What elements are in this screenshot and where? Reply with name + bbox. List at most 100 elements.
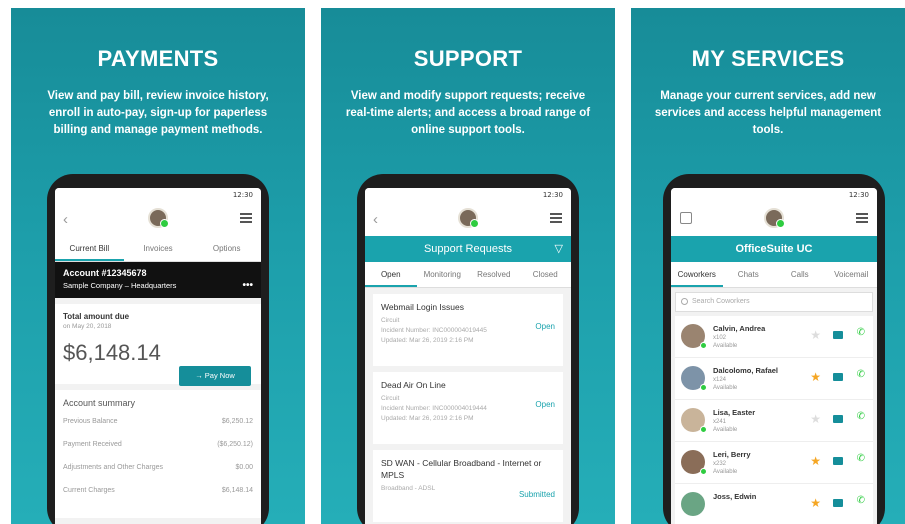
chat-icon[interactable] — [833, 457, 843, 465]
presence-dot — [700, 426, 707, 433]
presence-text: Available — [713, 427, 738, 433]
back-icon[interactable]: ‹ — [63, 211, 68, 228]
support-request-card[interactable]: SD WAN - Cellular Broadband - Internet o… — [373, 450, 563, 522]
phone-icon[interactable]: ✆ — [857, 453, 865, 464]
tab-chats[interactable]: Chats — [723, 262, 775, 287]
request-type: Circuit — [381, 395, 400, 402]
chat-icon[interactable] — [833, 373, 843, 381]
avatar[interactable] — [148, 208, 169, 228]
panel-title: SUPPORT — [413, 46, 523, 71]
status-bar: 12:30 — [365, 188, 571, 202]
app-header — [671, 202, 877, 236]
tab-invoices[interactable]: Invoices — [124, 236, 193, 261]
request-title: Dead Air On Line — [381, 380, 446, 390]
chat-icon[interactable] — [833, 415, 843, 423]
support-request-card[interactable]: Dead Air On Line Circuit Incident Number… — [373, 372, 563, 444]
phone-icon[interactable]: ✆ — [857, 369, 865, 380]
panel-title: MY SERVICES — [691, 46, 845, 71]
request-title: SD WAN - Cellular Broadband - Internet o… — [381, 458, 542, 480]
amount-due: $6,148.14 — [63, 340, 161, 365]
contact-row[interactable]: Leri, Berry x232 Available ★ ✆ — [675, 442, 873, 484]
phone-icon[interactable]: ✆ — [857, 411, 865, 422]
payments-panel: PAYMENTS View and pay bill, review invoi… — [11, 8, 305, 524]
tab-monitoring[interactable]: Monitoring — [417, 262, 469, 287]
tab-coworkers[interactable]: Coworkers — [671, 262, 723, 287]
panel-title: PAYMENTS — [97, 46, 219, 71]
pay-now-button[interactable]: → Pay Now — [179, 366, 251, 386]
row-value: $6,250.12 — [221, 418, 253, 425]
contact-row[interactable]: Calvin, Andrea x102 Available ★ ✆ — [675, 316, 873, 358]
star-icon[interactable]: ★ — [810, 454, 821, 468]
tab-current-bill[interactable]: Current Bill — [55, 236, 124, 261]
chat-icon[interactable] — [833, 331, 843, 339]
menu-icon[interactable] — [550, 213, 562, 223]
avatar — [681, 450, 707, 475]
account-banner[interactable]: Account #12345678 Sample Company – Headq… — [55, 262, 261, 298]
row-value: $6,148.14 — [221, 487, 253, 494]
square-icon[interactable] — [680, 212, 692, 224]
presence-dot — [700, 468, 707, 475]
app-header: ‹ — [55, 202, 261, 236]
filter-icon[interactable]: ▽ — [555, 236, 563, 262]
request-status: Submitted — [518, 490, 555, 499]
chat-icon[interactable] — [833, 499, 843, 507]
support-panel: SUPPORT View and modify support requests… — [321, 8, 615, 524]
contact-row[interactable]: Joss, Edwin ★ ✆ — [675, 484, 873, 524]
star-icon[interactable]: ★ — [810, 370, 821, 384]
contact-row[interactable]: Lisa, Easter x241 Available ★ ✆ — [675, 400, 873, 442]
row-value: $0.00 — [235, 464, 253, 471]
phone-screen: 12:30 OfficeSuite UC Coworkers Chats Cal… — [671, 188, 877, 524]
search-input[interactable]: Search Coworkers — [675, 292, 873, 312]
star-icon[interactable]: ★ — [810, 496, 821, 510]
avatar — [681, 324, 707, 349]
request-updated: Updated: Mar 26, 2019 2:16 PM — [381, 415, 474, 422]
section-title: OfficeSuite UC — [735, 243, 813, 255]
app-header: ‹ — [365, 202, 571, 236]
avatar[interactable] — [458, 208, 479, 228]
request-status: Open — [535, 322, 555, 331]
support-request-card[interactable]: Webmail Login Issues Circuit Incident Nu… — [373, 294, 563, 366]
presence-dot — [700, 384, 707, 391]
contact-name: Leri, Berry — [713, 450, 751, 459]
ext-text: x232 — [713, 461, 727, 467]
star-icon[interactable]: ★ — [810, 412, 821, 426]
tab-resolved[interactable]: Resolved — [468, 262, 520, 287]
account-number: Account #12345678 — [63, 268, 147, 278]
total-due-label: Total amount due — [63, 312, 130, 321]
summary-row: Previous Balance $6,250.12 — [63, 418, 253, 425]
panel-description: View and modify support requests; receiv… — [345, 90, 591, 136]
summary-row: Current Charges $6,148.14 — [63, 487, 253, 494]
tab-calls[interactable]: Calls — [774, 262, 826, 287]
tab-closed[interactable]: Closed — [520, 262, 572, 287]
phone-mockup: 12:30 ‹ Support Requests ▽ Open Monitori… — [357, 174, 579, 524]
request-status: Open — [535, 400, 555, 409]
star-icon[interactable]: ★ — [810, 328, 821, 342]
summary-row: Payment Received ($6,250.12) — [63, 441, 253, 448]
avatar[interactable] — [764, 208, 785, 228]
back-icon[interactable]: ‹ — [373, 211, 378, 228]
more-icon[interactable]: ••• — [242, 280, 253, 291]
row-label: Payment Received — [63, 441, 122, 448]
panel-description: Manage your current services, add new se… — [654, 90, 882, 136]
tab-options[interactable]: Options — [192, 236, 261, 261]
section-header: Support Requests ▽ — [365, 236, 571, 262]
menu-icon[interactable] — [856, 213, 868, 223]
summary-row: Adjustments and Other Charges $0.00 — [63, 464, 253, 471]
contact-name: Joss, Edwin — [713, 492, 757, 501]
my-services-panel: MY SERVICES Manage your current services… — [631, 8, 905, 524]
row-label: Adjustments and Other Charges — [63, 464, 163, 471]
menu-icon[interactable] — [240, 213, 252, 223]
phone-mockup: 12:30 OfficeSuite UC Coworkers Chats Cal… — [663, 174, 885, 524]
contact-row[interactable]: Dalcolomo, Rafael x124 Available ★ ✆ — [675, 358, 873, 400]
contact-name: Dalcolomo, Rafael — [713, 366, 779, 375]
contact-ext: x232 Available — [713, 460, 737, 476]
phone-screen: 12:30 ‹ Current Bill Invoices Options Ac… — [55, 188, 261, 524]
contact-ext: x241 Available — [713, 418, 737, 434]
phone-icon[interactable]: ✆ — [857, 327, 865, 338]
tab-open[interactable]: Open — [365, 262, 417, 287]
phone-icon[interactable]: ✆ — [857, 495, 865, 506]
tab-voicemail[interactable]: Voicemail — [826, 262, 878, 287]
contact-name: Lisa, Easter — [713, 408, 756, 417]
account-summary: Account summary Previous Balance $6,250.1… — [55, 390, 261, 518]
request-type: Circuit — [381, 317, 400, 324]
